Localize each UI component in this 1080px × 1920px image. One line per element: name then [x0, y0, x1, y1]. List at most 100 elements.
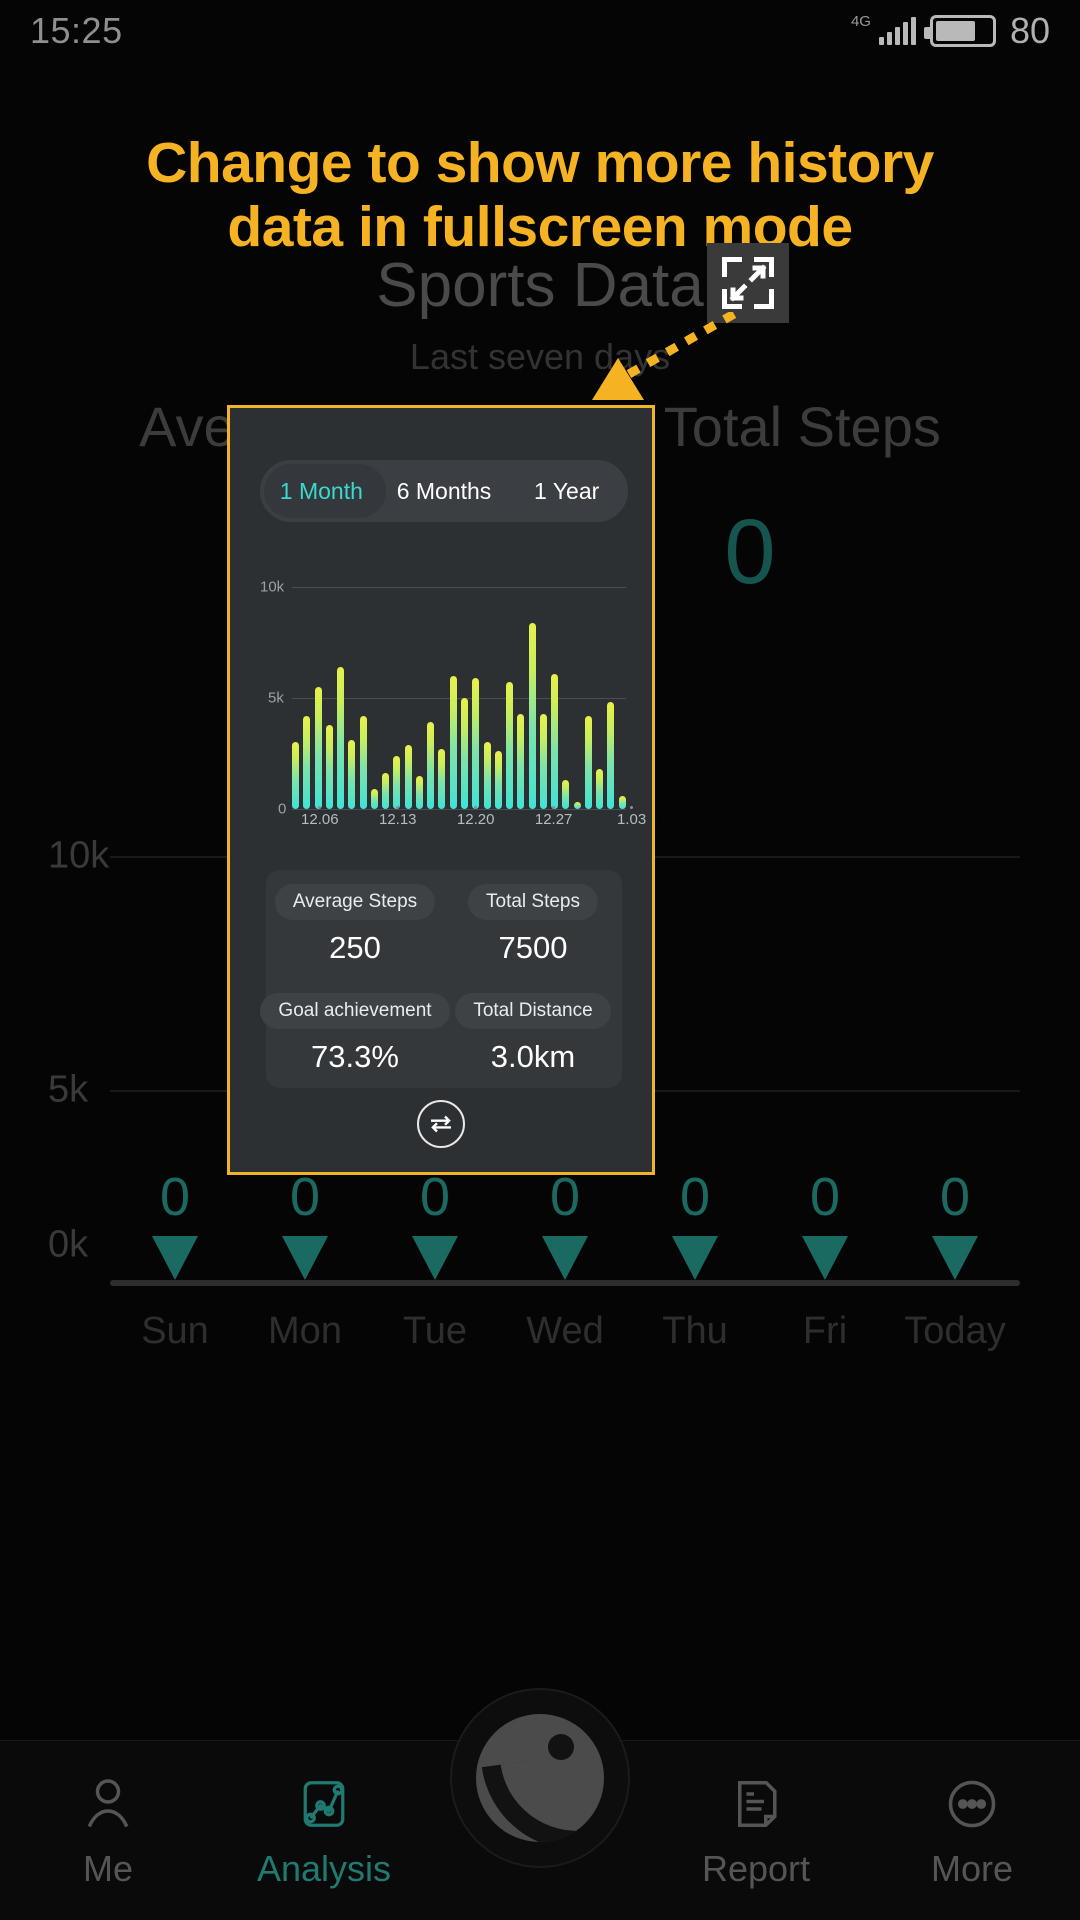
nav-label-more: More: [930, 1847, 1014, 1889]
triangle-marker-icon: [932, 1236, 978, 1280]
history-modal: 1 Month 6 Months 1 Year 10k 5k 0 12.06 12…: [227, 405, 655, 1175]
bar: [393, 755, 401, 809]
day-label-wed: Wed: [526, 1309, 604, 1352]
nav-label-me: Me: [82, 1847, 133, 1889]
day-label-today: Today: [904, 1309, 1006, 1352]
app-logo-button[interactable]: [450, 1688, 630, 1868]
stat-value: 7500: [498, 929, 568, 965]
week-value: 0: [939, 1167, 971, 1228]
week-value: 0: [679, 1167, 711, 1228]
week-value: 0: [809, 1167, 841, 1228]
annotation-line-1: Change to show more history: [146, 131, 934, 195]
range-tab-1-month[interactable]: 1 Month: [260, 460, 383, 522]
range-tab-6-months[interactable]: 6 Months: [383, 460, 506, 522]
battery-icon: [923, 15, 996, 47]
week-chart-day-labels: Sun Mon Tue Wed Thu Fri Today: [110, 1292, 1020, 1370]
day-label-thu: Thu: [662, 1309, 728, 1352]
nav-label-report: Report: [701, 1847, 811, 1889]
bar: [607, 702, 615, 809]
x-tick-label: 12.06: [301, 811, 339, 828]
nav-item-more[interactable]: More: [864, 1772, 1080, 1890]
fullscreen-expand-icon: [722, 257, 774, 309]
bar-series: [292, 587, 626, 809]
bar: [348, 740, 356, 809]
bar: [562, 780, 570, 809]
bar: [551, 673, 559, 809]
signal-bars-icon: [878, 17, 916, 45]
bar: [370, 789, 378, 809]
bar: [337, 666, 345, 809]
gridline-label-5k: 5k: [48, 1068, 89, 1111]
history-bar-chart[interactable]: 10k 5k 0 12.06 12.13 12.20 12.27 1.03: [248, 579, 646, 833]
bar: [573, 802, 581, 809]
status-time: 15:25: [30, 10, 123, 51]
y-label-0: 0: [278, 800, 287, 818]
stat-label: Goal achievement: [260, 992, 450, 1029]
bar: [618, 795, 626, 809]
stat-label: Total Distance: [455, 992, 611, 1029]
nav-item-analysis[interactable]: Analysis: [216, 1772, 432, 1890]
triangle-marker-icon: [802, 1236, 848, 1280]
x-axis-ticks: 12.06 12.13 12.20 12.27 1.03: [292, 806, 646, 831]
status-bar: 15:25 4G 80: [0, 0, 1080, 62]
annotation-arrowhead-icon: [592, 358, 644, 400]
stat-label: Average Steps: [274, 883, 436, 920]
week-marker: 0: [760, 1120, 890, 1280]
range-selector: 1 Month 6 Months 1 Year: [260, 460, 628, 522]
document-icon: [724, 1772, 788, 1836]
bar: [303, 715, 311, 809]
bar: [460, 698, 468, 809]
week-marker: 0: [890, 1120, 1020, 1280]
bar: [517, 713, 525, 809]
nav-item-me[interactable]: Me: [0, 1772, 216, 1890]
triangle-marker-icon: [152, 1236, 198, 1280]
summary-value-total: 0: [724, 501, 776, 603]
stat-value: 73.3%: [311, 1038, 399, 1074]
bar: [404, 744, 412, 809]
bar: [483, 742, 491, 809]
bar: [472, 678, 480, 809]
bar: [427, 722, 435, 809]
x-tick-label: 1.03: [616, 811, 647, 828]
day-label-fri: Fri: [802, 1309, 848, 1352]
summary-label-total: Total Steps: [663, 395, 941, 458]
bar: [292, 742, 299, 809]
bar: [438, 749, 446, 809]
triangle-marker-icon: [282, 1236, 328, 1280]
stat-average-steps: Average Steps 250: [266, 870, 444, 979]
bar: [314, 686, 322, 809]
triangle-marker-icon: [412, 1236, 458, 1280]
battery-percent: 80: [1009, 10, 1050, 51]
fullscreen-button[interactable]: [707, 243, 789, 323]
x-tick-label: 12.27: [534, 811, 573, 828]
stat-total-steps: Total Steps 7500: [444, 870, 622, 979]
swap-button[interactable]: [417, 1100, 465, 1148]
bar: [325, 724, 333, 809]
week-value: 0: [289, 1167, 321, 1228]
nav-item-report[interactable]: Report: [648, 1772, 864, 1890]
triangle-marker-icon: [672, 1236, 718, 1280]
bar: [584, 715, 592, 809]
y-label-10k: 10k: [260, 578, 285, 596]
sports-data-title: Sports Data: [376, 251, 704, 320]
bar: [359, 715, 367, 809]
bar: [382, 773, 390, 809]
ellipsis-circle-icon: [940, 1772, 1004, 1836]
bar: [506, 682, 514, 809]
week-chart-axis: [110, 1280, 1020, 1286]
bar: [415, 775, 423, 809]
bar: [449, 675, 457, 809]
week-value: 0: [549, 1167, 581, 1228]
range-tab-1-year[interactable]: 1 Year: [505, 460, 628, 522]
x-tick-label: 12.20: [456, 811, 495, 828]
network-type-label: 4G: [850, 12, 871, 30]
stats-panel: Average Steps 250 Total Steps 7500 Goal …: [260, 870, 622, 1088]
nav-label-analysis: Analysis: [256, 1847, 392, 1889]
bar: [596, 769, 604, 809]
bar: [494, 751, 502, 809]
week-marker: 0: [110, 1120, 240, 1280]
stat-label: Total Steps: [468, 883, 598, 920]
person-icon: [76, 1772, 140, 1836]
app-logo-icon: [476, 1714, 604, 1842]
bar: [539, 713, 547, 809]
